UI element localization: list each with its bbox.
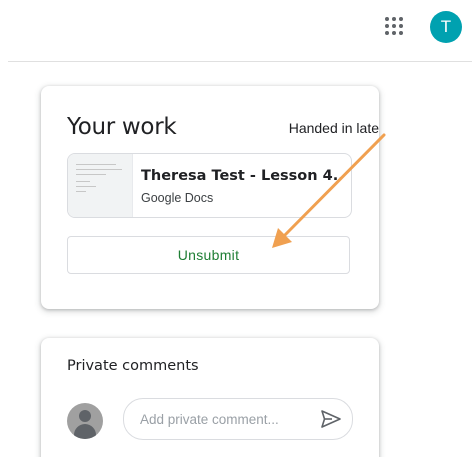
- unsubmit-button[interactable]: Unsubmit: [67, 236, 350, 274]
- top-bar: T: [0, 0, 472, 60]
- user-avatar: [67, 403, 103, 439]
- private-comments-title: Private comments: [67, 358, 199, 374]
- apps-grid-icon[interactable]: [380, 12, 408, 40]
- send-icon[interactable]: [318, 406, 344, 432]
- private-comments-card: Private comments: [41, 338, 379, 457]
- document-thumbnail: [68, 154, 133, 217]
- account-avatar[interactable]: T: [430, 11, 462, 43]
- attachment-title: Theresa Test - Lesson 4...: [141, 168, 341, 184]
- submission-status: Handed in late: [288, 120, 379, 136]
- your-work-title: Your work: [67, 114, 177, 140]
- your-work-card: Your work Handed in late Theresa Test - …: [41, 86, 379, 309]
- attachment-type: Google Docs: [141, 191, 214, 205]
- page: T Your work Handed in late Theresa Test …: [0, 0, 472, 457]
- private-comment-input[interactable]: [140, 399, 304, 439]
- comment-input-container: [123, 398, 353, 440]
- top-divider: [8, 61, 472, 62]
- attachment-card[interactable]: Theresa Test - Lesson 4... Google Docs: [67, 153, 352, 218]
